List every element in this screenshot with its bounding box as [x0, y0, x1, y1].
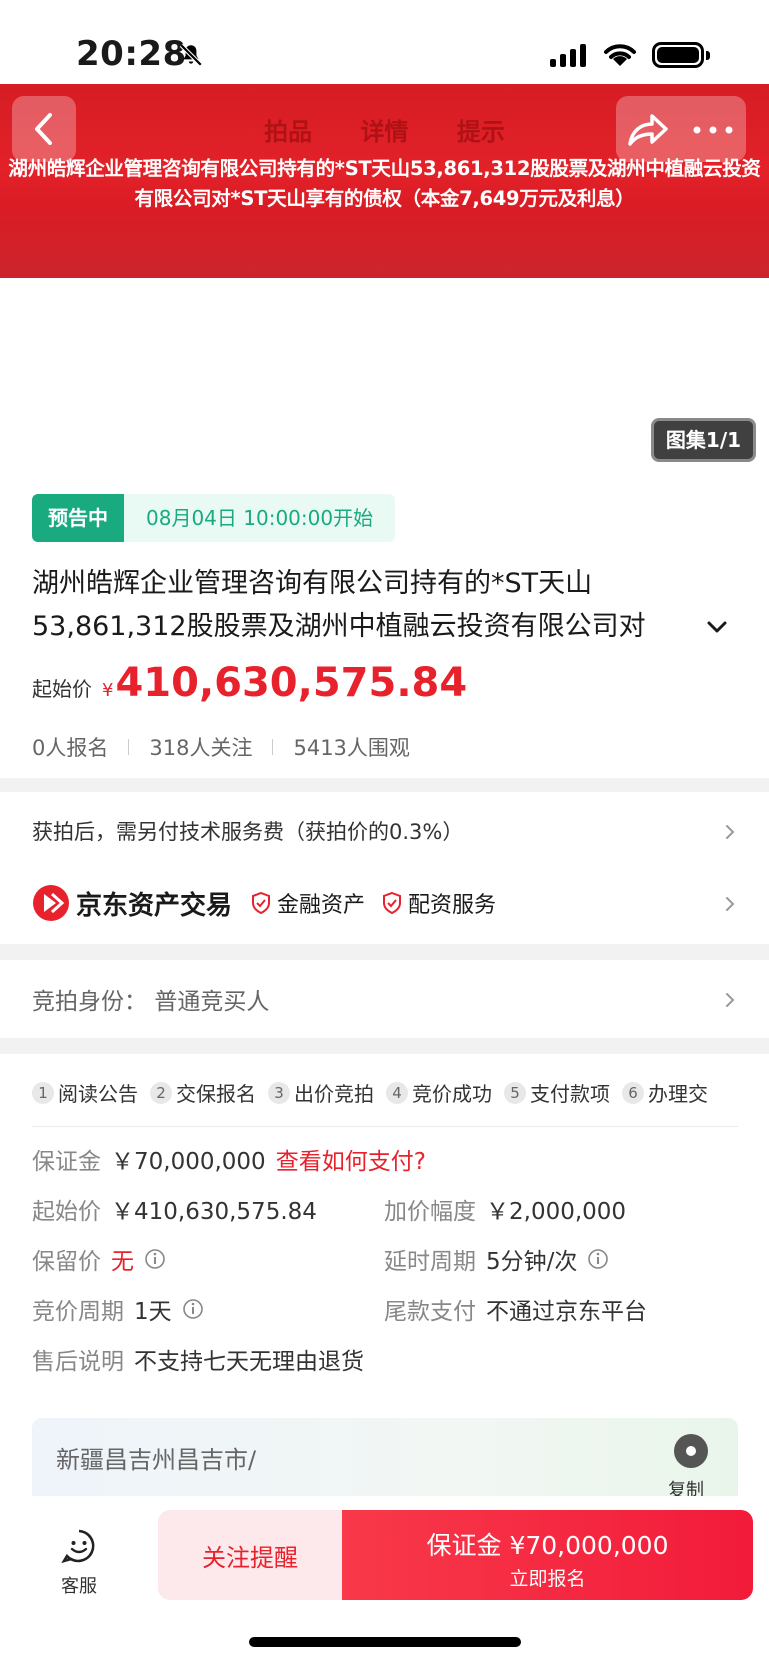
how-to-pay-link[interactable]: 查看如何支付?: [276, 1142, 426, 1176]
info-icon[interactable]: [587, 1248, 609, 1270]
info-icon[interactable]: [182, 1298, 204, 1320]
badge-financing-service: 配资服务: [381, 887, 496, 919]
process-steps: 1 阅读公告 2 交保报名 3 出价竞拍 4 竞价成功 5 支付款项 6 办理交: [32, 1078, 720, 1107]
rule-after-sale: 售后说明 不支持七天无理由退货: [32, 1349, 364, 1375]
location-text: 新疆昌吉州昌吉市/: [56, 1446, 257, 1474]
rule-final-payment: 尾款支付 不通过京东平台: [384, 1299, 647, 1325]
chevron-down-icon[interactable]: [706, 616, 728, 638]
status-time: 20:28: [76, 34, 187, 74]
rule-reserve-price: 保留价无: [32, 1242, 166, 1276]
chevron-left-icon: [35, 113, 52, 145]
process-step: 2 交保报名: [150, 1078, 256, 1107]
tab-lot[interactable]: 拍品: [264, 118, 312, 146]
start-price-row: 起始价 ¥ 410,630,575.84: [32, 660, 467, 706]
enroll-button[interactable]: 保证金 ¥70,000,000 立即报名: [342, 1510, 753, 1600]
process-step: 1 阅读公告: [32, 1078, 138, 1107]
cellular-signal-icon: [550, 44, 586, 67]
process-step: 4 竞价成功: [386, 1078, 492, 1107]
shield-check-icon: [252, 891, 271, 915]
view-count: 5413人围观: [293, 736, 410, 760]
battery-icon: [652, 42, 710, 68]
process-step: 3 出价竞拍: [268, 1078, 374, 1107]
enroll-deposit-text: 保证金 ¥70,000,000: [426, 1531, 669, 1560]
auction-title[interactable]: 湖州皓辉企业管理咨询有限公司持有的*ST天山53,861,312股股票及湖州中植…: [32, 562, 732, 648]
bottom-action-bar: 客服 关注提醒 保证金 ¥70,000,000 立即报名: [0, 1496, 769, 1665]
location-box: 新疆昌吉州昌吉市/ 复制: [32, 1418, 738, 1501]
badge-label: 配资服务: [408, 893, 497, 918]
badge-financial-asset: 金融资产: [250, 887, 365, 919]
tab-tips[interactable]: 提示: [457, 118, 505, 146]
rule-deposit: 保证金 ￥70,000,000 查看如何支付?: [32, 1142, 426, 1176]
divider: [32, 1126, 738, 1127]
signup-count: 0人报名: [32, 736, 109, 760]
customer-service-label: 客服: [61, 1576, 97, 1597]
price-currency: ¥: [102, 680, 114, 701]
share-more-group: [616, 96, 746, 162]
map-pin-icon[interactable]: [674, 1434, 708, 1468]
more-icon[interactable]: [692, 124, 734, 136]
chevron-right-icon: [726, 897, 735, 911]
customer-service-button[interactable]: 客服: [54, 1528, 104, 1598]
shield-check-icon: [383, 891, 402, 915]
info-icon[interactable]: [144, 1248, 166, 1270]
identity-label: 竞拍身份：: [32, 989, 147, 1015]
enroll-label: 立即报名: [509, 1568, 586, 1590]
process-step: 6 办理交: [622, 1078, 708, 1107]
follow-count: 318人关注: [149, 736, 253, 760]
home-indicator: [249, 1637, 521, 1647]
service-card: 获拍后，需另付技术服务费（获拍价的0.3%） 京东资产交易 金融资产 配资服务: [0, 792, 769, 944]
auction-stats: 0人报名 318人关注 5413人围观: [32, 732, 410, 762]
platform-name: 京东资产交易: [76, 890, 233, 921]
back-button[interactable]: [12, 96, 76, 162]
wifi-icon: [604, 44, 636, 66]
banner-title: 湖州皓辉企业管理咨询有限公司持有的*ST天山53,861,312股股票及湖州中植…: [8, 157, 761, 210]
rule-delay: 延时周期 5分钟/次: [384, 1242, 609, 1276]
rule-bidding-period: 竞价周期 1天: [32, 1292, 204, 1326]
auction-info-card: 预告中 08月04日 10:00:00开始 湖州皓辉企业管理咨询有限公司持有的*…: [0, 470, 769, 778]
bell-muted-icon: [179, 43, 203, 67]
start-price: 410,630,575.84: [115, 660, 468, 706]
chevron-right-icon: [726, 825, 735, 839]
bidder-identity-row[interactable]: 竞拍身份： 普通竞买人: [0, 960, 769, 1038]
platform-row[interactable]: 京东资产交易 金融资产 配资服务: [32, 884, 512, 922]
price-label: 起始价: [32, 677, 92, 701]
start-time: 08月04日 10:00:00开始: [124, 494, 396, 542]
auction-status: 预告中 08月04日 10:00:00开始: [32, 494, 396, 542]
rule-start-price: 起始价 ￥410,630,575.84: [32, 1199, 317, 1225]
chevron-right-icon: [726, 993, 735, 1007]
album-counter[interactable]: 图集1/1: [651, 418, 756, 462]
identity-value: 普通竞买人: [154, 989, 270, 1015]
tab-details[interactable]: 详情: [361, 118, 409, 146]
service-fee-notice[interactable]: 获拍后，需另付技术服务费（获拍价的0.3%）: [32, 816, 463, 846]
badge-label: 金融资产: [277, 893, 366, 918]
process-step: 5 支付款项: [504, 1078, 610, 1107]
status-badge: 预告中: [32, 494, 124, 542]
status-bar: 20:28: [0, 0, 769, 84]
smile-chat-icon: [61, 1529, 95, 1564]
follow-reminder-button[interactable]: 关注提醒: [158, 1510, 342, 1600]
rule-increment: 加价幅度 ￥2,000,000: [384, 1199, 627, 1225]
share-icon[interactable]: [624, 108, 672, 150]
jd-asset-logo: [33, 885, 69, 921]
